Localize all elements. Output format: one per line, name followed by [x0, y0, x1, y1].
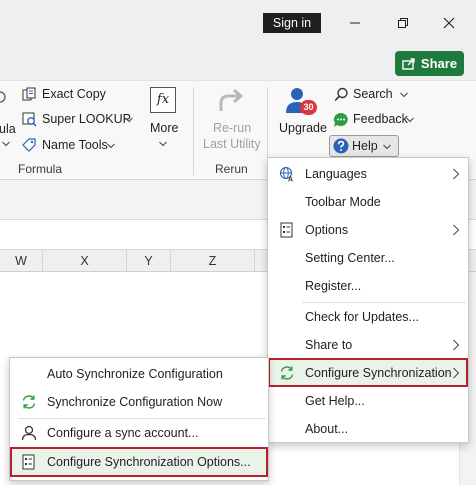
sync-icon	[280, 366, 294, 380]
ribbon-separator	[193, 87, 194, 175]
options-icon	[280, 222, 293, 238]
share-icon	[402, 58, 415, 70]
formula-group-label: Formula	[18, 162, 63, 176]
chevron-right-icon	[453, 168, 460, 180]
close-icon	[443, 17, 455, 29]
menu-item-share-to[interactable]: Share to	[268, 331, 468, 359]
more-label: More	[150, 121, 179, 135]
menu-item-check-for-updates[interactable]: Check for Updates...	[268, 303, 468, 331]
chevron-down-icon	[400, 92, 408, 98]
help-icon	[333, 138, 349, 154]
feedback-icon	[333, 112, 348, 127]
super-lookup-icon	[22, 112, 37, 127]
rerun-icon	[219, 88, 244, 111]
submenu-item-sync-options[interactable]: Configure Synchronization Options...	[10, 447, 268, 477]
menu-item-register[interactable]: Register...	[268, 272, 468, 300]
chevron-down-icon	[2, 141, 10, 147]
submenu-item-sync-account[interactable]: Configure a sync account...	[10, 419, 268, 447]
divider-icon	[10, 89, 14, 149]
chevron-right-icon	[453, 367, 460, 379]
exact-copy-icon	[22, 87, 36, 101]
formula-partial-icon	[0, 91, 6, 103]
rerun-label-1: Re-run	[213, 121, 252, 135]
user-icon	[21, 425, 37, 441]
languages-icon: A	[279, 166, 293, 183]
minimize-button[interactable]	[344, 12, 366, 34]
help-menu: A Languages Toolbar Mode Options Setting…	[267, 157, 469, 443]
column-header-x[interactable]: X	[43, 250, 127, 272]
share-row: Share	[0, 46, 476, 80]
menu-item-get-help[interactable]: Get Help...	[268, 387, 468, 415]
super-lookup-label: Super LOOKUP	[42, 112, 131, 126]
upgrade-badge: 30	[300, 100, 317, 115]
chevron-down-icon	[406, 117, 414, 123]
name-tools-icon	[22, 138, 36, 152]
sync-icon	[22, 395, 36, 409]
share-button[interactable]: Share	[395, 51, 464, 76]
share-label: Share	[420, 56, 458, 71]
column-header-y[interactable]: Y	[127, 250, 171, 272]
exact-copy-label: Exact Copy	[42, 87, 106, 101]
column-header-z[interactable]: Z	[171, 250, 255, 272]
svg-text:A: A	[288, 177, 293, 183]
menu-item-languages[interactable]: A Languages	[268, 160, 468, 188]
submenu-item-sync-now[interactable]: Synchronize Configuration Now	[10, 388, 268, 416]
title-bar: Sign in	[0, 0, 476, 46]
close-button[interactable]	[438, 12, 460, 34]
upgrade-label: Upgrade	[279, 121, 327, 135]
menu-item-options[interactable]: Options	[268, 216, 468, 244]
menu-item-toolbar-mode[interactable]: Toolbar Mode	[268, 188, 468, 216]
chevron-down-icon	[107, 143, 115, 149]
sign-in-button[interactable]: Sign in	[263, 13, 321, 33]
search-label: Search	[353, 87, 393, 101]
submenu-item-auto-sync[interactable]: Auto Synchronize Configuration	[10, 360, 268, 388]
help-label: Help	[352, 139, 378, 153]
feedback-label: Feedback	[353, 112, 408, 126]
search-icon	[334, 87, 348, 102]
chevron-right-icon	[453, 224, 460, 236]
restore-button[interactable]	[392, 12, 414, 34]
restore-icon	[398, 18, 408, 28]
options-icon	[22, 454, 35, 470]
chevron-down-icon	[159, 141, 167, 147]
help-button[interactable]: Help	[329, 135, 399, 157]
rerun-group-label: Rerun	[215, 162, 248, 176]
menu-item-configure-synchronization[interactable]: Configure Synchronization	[268, 358, 468, 387]
name-tools-label: Name Tools	[42, 138, 108, 152]
sync-submenu: Auto Synchronize Configuration Synchroni…	[9, 357, 269, 481]
menu-item-about[interactable]: About...	[268, 415, 468, 443]
minimize-icon	[350, 22, 360, 24]
menu-item-setting-center[interactable]: Setting Center...	[268, 244, 468, 272]
fx-icon: fx	[150, 87, 176, 113]
chevron-down-icon	[383, 144, 391, 150]
column-header-w[interactable]: W	[0, 250, 43, 272]
chevron-down-icon	[125, 117, 133, 123]
rerun-label-2: Last Utility	[203, 137, 261, 151]
chevron-right-icon	[453, 339, 460, 351]
